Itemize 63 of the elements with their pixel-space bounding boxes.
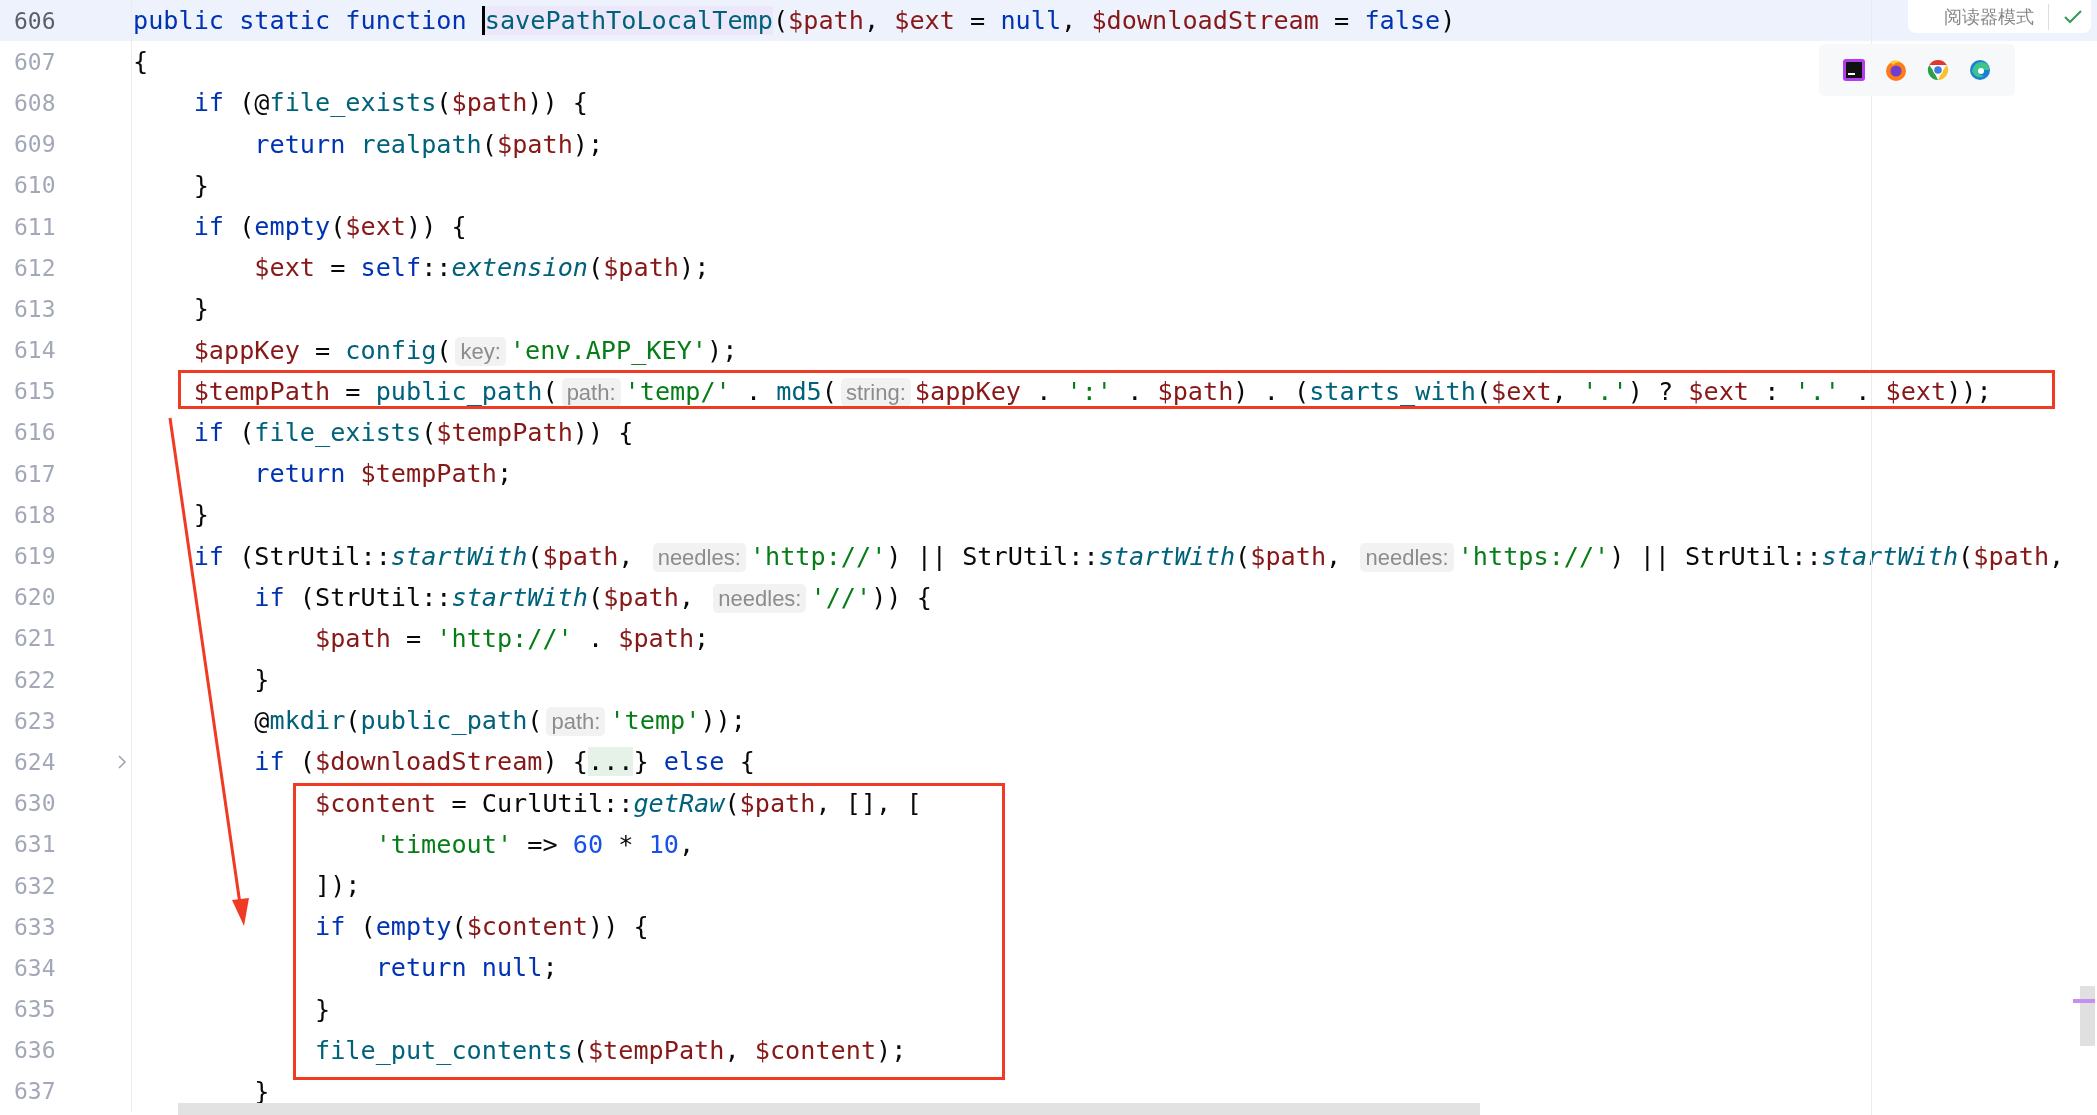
- reader-mode-button[interactable]: 阅读器模式: [1944, 4, 2034, 29]
- line-number: 609: [14, 131, 57, 158]
- scroll-marker: [2073, 999, 2095, 1003]
- line-number: 636: [14, 1037, 57, 1064]
- code-line: }: [313, 994, 331, 1024]
- code-line: $path = 'http://' . $path;: [313, 623, 710, 653]
- line-number: 613: [14, 295, 57, 322]
- code-line: file_put_contents($tempPath, $content);: [313, 1035, 907, 1065]
- line-number: 618: [14, 501, 57, 528]
- line-number: 611: [14, 213, 57, 240]
- line-number: 633: [14, 913, 57, 940]
- code-line: @mkdir(public_path( path: 'temp'));: [253, 706, 746, 736]
- chevron-icon[interactable]: [118, 754, 126, 769]
- line-number: 615: [14, 378, 57, 405]
- code-line: if (empty($content)) {: [313, 912, 649, 942]
- line-number: 612: [14, 254, 57, 281]
- scrollbar-thumb[interactable]: [2080, 986, 2095, 1046]
- code-line: $ext = self::extension($path);: [253, 253, 710, 283]
- app-icon[interactable]: [1842, 58, 1866, 82]
- code-line: }: [192, 294, 209, 324]
- line-number: 622: [14, 666, 57, 693]
- code-line: return realpath($path);: [253, 129, 604, 159]
- code-line: $appKey = config( key: 'env.APP_KEY');: [192, 335, 738, 365]
- code-line: $content = CurlUtil::getRaw($path, [], [: [313, 788, 922, 818]
- browser-icon[interactable]: [1926, 58, 1950, 82]
- code-line: $tempPath = public_path( path: 'temp/' . md5( string: $appKey . ':' . $path) . (starts_with($ext, '.') ? $ext : '.' . $ext));: [192, 376, 1992, 406]
- line-number: 620: [14, 584, 57, 611]
- code-line: if (StrUtil::startWith($path, needles: 'http://') || StrUtil::startWith($path, needles: 'https://') || StrUtil::startWith($path,: [192, 541, 2065, 571]
- line-number: 630: [14, 790, 57, 817]
- code-line: }: [192, 170, 209, 200]
- line-number: 623: [14, 707, 57, 734]
- code-line: if ($downloadStream) {...} else {: [253, 747, 755, 777]
- code-line: }: [253, 665, 270, 695]
- line-number: 614: [14, 337, 57, 364]
- code-line: 'timeout' => 60 * 10,: [374, 829, 695, 859]
- line-number: 608: [14, 89, 57, 116]
- line-number: 610: [14, 172, 57, 199]
- code-line: {: [133, 47, 149, 77]
- code-line: }: [192, 500, 209, 530]
- line-number: 635: [14, 996, 57, 1023]
- code-line: if (empty($ext)) {: [192, 212, 467, 242]
- browser-icon[interactable]: [1968, 58, 1992, 82]
- code-line: if (file_exists($tempPath)) {: [192, 417, 634, 447]
- line-number: 634: [14, 954, 57, 981]
- code-line: ]);: [313, 871, 361, 901]
- line-number: 631: [14, 831, 57, 858]
- line-number: 617: [14, 460, 57, 487]
- line-number: 616: [14, 419, 57, 446]
- horizontal-scrollbar[interactable]: [178, 1103, 1480, 1115]
- browser-icon[interactable]: [1884, 58, 1908, 82]
- line-number: 632: [14, 872, 57, 899]
- code-line: if (StrUtil::startWith($path, needles: '//')) {: [253, 582, 932, 612]
- line-number: 607: [14, 48, 57, 75]
- line-number: 621: [14, 625, 57, 652]
- code-line: public static function savePathToLocalTemp($path, $ext = null, $downloadStream = false): [133, 6, 1456, 36]
- code-line: return $tempPath;: [253, 459, 513, 489]
- check-icon: [2063, 8, 2083, 25]
- code-line: return null;: [374, 953, 558, 983]
- line-number: 606: [14, 7, 57, 34]
- line-number: 619: [14, 543, 57, 570]
- code-line: if (@file_exists($path)) {: [192, 88, 588, 118]
- line-number: 624: [14, 748, 57, 775]
- line-number: 637: [14, 1078, 57, 1105]
